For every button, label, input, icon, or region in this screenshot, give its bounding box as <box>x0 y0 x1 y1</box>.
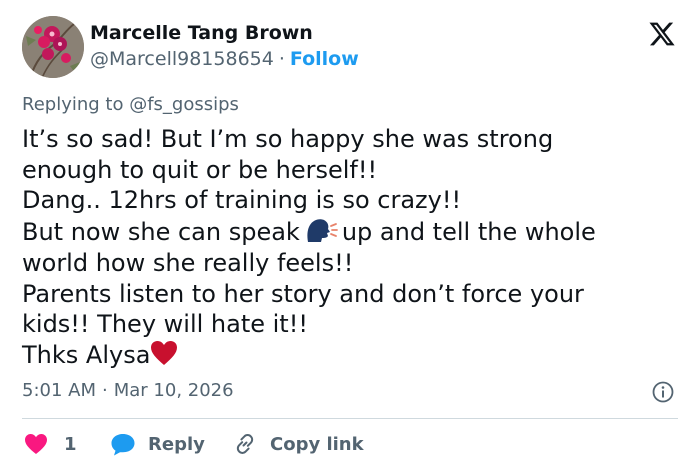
tweet-date: Mar 10, 2026 <box>113 380 234 401</box>
follow-button[interactable]: Follow <box>290 48 359 70</box>
copy-link-button[interactable]: Copy link <box>232 428 364 460</box>
tweet-line-part: Thks Alysa <box>22 340 151 369</box>
like-button[interactable]: 1 <box>24 428 77 460</box>
tweet-line: Dang.. 12hrs of training is so crazy!! <box>22 186 462 215</box>
replying-to: Replying to @fs_gossips <box>22 94 239 115</box>
author-handle[interactable]: @Marcell98158654 <box>90 48 274 70</box>
tweet-line-with-emoji: But now she can speak up and tell the wh… <box>22 216 682 248</box>
tweet-line: kids!! They will hate it!! <box>22 310 308 339</box>
reply-label: Reply <box>148 433 205 455</box>
speaking-head-emoji-icon <box>307 219 338 243</box>
tweet-line: enough to quit or be herself!! <box>22 155 378 184</box>
info-icon[interactable] <box>652 381 674 403</box>
red-heart-emoji-icon <box>151 340 178 365</box>
tweet-header: Marcelle Tang Brown @Marcell98158654 · Fol… <box>22 16 678 78</box>
tweet-line-part: But now she can speak <box>22 218 300 247</box>
handle-separator: · <box>278 48 285 70</box>
action-bar: 1 Reply Copy link <box>22 428 678 460</box>
x-logo-icon[interactable] <box>648 20 676 48</box>
tweet-line: It’s so sad! But I’m so happy she was st… <box>22 125 554 153</box>
tweet-line: Parents listen to her story and don’t fo… <box>22 279 584 308</box>
tweet-line-part: up and tell the whole <box>341 218 596 247</box>
tweet-text: It’s so sad! But I’m so happy she was st… <box>22 124 682 371</box>
copy-link-label: Copy link <box>270 433 364 455</box>
heart-icon <box>25 434 47 454</box>
reply-button[interactable]: Reply <box>110 428 205 460</box>
tweet-line: world how she really feels!! <box>22 248 354 277</box>
divider <box>22 418 678 419</box>
avatar[interactable] <box>22 16 84 78</box>
tweet-timestamp[interactable]: 5:01 AM · Mar 10, 2026 <box>22 380 234 401</box>
meta-separator: · <box>102 380 108 401</box>
replying-mention[interactable]: @fs_gossips <box>129 94 239 115</box>
like-count: 1 <box>64 433 77 455</box>
tweet-line-with-emoji: Thks Alysa <box>22 340 682 371</box>
author-name[interactable]: Marcelle Tang Brown <box>90 22 313 44</box>
reply-bubble-icon <box>111 434 135 456</box>
author-handle-row: @Marcell98158654 · Follow <box>90 48 359 70</box>
tweet-time: 5:01 AM <box>22 380 96 401</box>
link-icon <box>236 434 254 454</box>
replying-prefix: Replying to <box>22 94 124 115</box>
